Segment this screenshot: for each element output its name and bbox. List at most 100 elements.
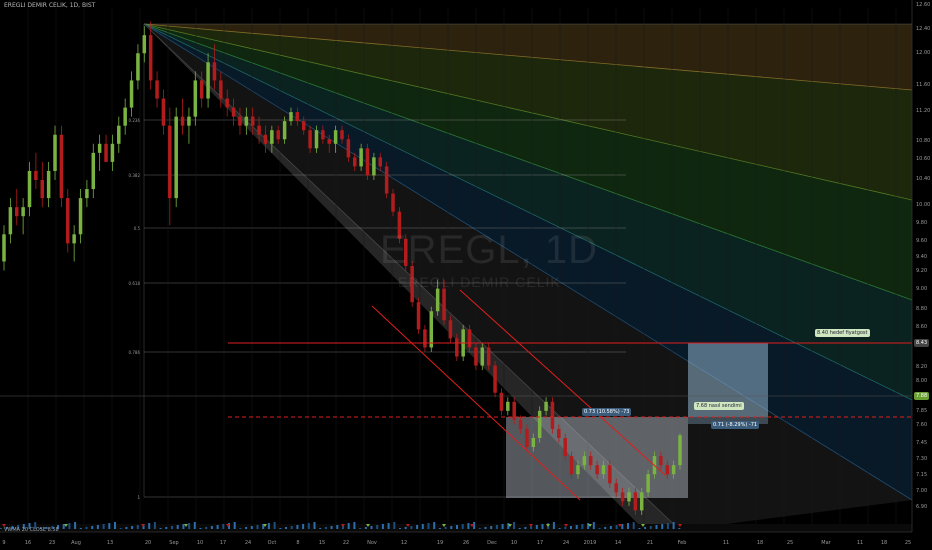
candle-body-36: [231, 107, 236, 117]
candle-body-52: [333, 130, 338, 144]
volume-bar-50: [285, 527, 287, 529]
time-tick-30: 11: [857, 540, 863, 546]
volume-bar-76: [433, 522, 436, 529]
fib-label-2: 0.5: [134, 226, 141, 231]
candle-body-17: [110, 143, 115, 162]
volume-bar-101: [575, 525, 578, 529]
resistance-price-tag: 8.43: [914, 339, 930, 347]
time-tick-3: Aug: [71, 540, 81, 546]
candle-27: [174, 107, 178, 208]
candle-body-54: [346, 139, 351, 158]
candle-body-51: [327, 139, 331, 144]
time-tick-19: 10: [511, 540, 517, 546]
volume-bar-14: [79, 528, 82, 529]
candle-body-10: [66, 198, 70, 244]
candle-body-86: [550, 401, 555, 429]
time-tick-0: 9: [2, 540, 5, 546]
candle-65: [416, 297, 421, 334]
price-tick-8: 10.00: [916, 202, 930, 208]
volume-bar-82: [467, 523, 470, 529]
candle-body-55: [353, 157, 357, 167]
volume-bar-91: [518, 528, 521, 529]
time-tick-12: 15: [319, 540, 325, 546]
candle-body-14: [91, 152, 96, 190]
candle-body-31: [199, 80, 204, 99]
price-tick-7: 10.40: [916, 176, 930, 182]
candle-body-98: [627, 492, 631, 502]
volume-bar-34: [193, 522, 196, 529]
candle-body-5: [34, 170, 38, 180]
candle-19: [123, 98, 127, 135]
volume-bar-24: [136, 525, 139, 529]
entry-note[interactable]: 7.68 nasıl sendimi: [694, 402, 744, 410]
fib-label-0: 0.236: [129, 118, 141, 123]
candle-body-48: [308, 130, 312, 149]
chart-title: EREGLI DEMIR CELIK, 1D, BIST: [4, 2, 96, 9]
candle-60: [384, 161, 389, 199]
volume-bar-29: [165, 527, 168, 529]
volume-bar-16: [91, 526, 94, 529]
volume-bar-19: [108, 523, 111, 529]
volume-bar-71: [404, 527, 407, 529]
candle-26: [168, 107, 172, 226]
volume-bar-87: [495, 525, 498, 529]
time-tick-5: 20: [145, 540, 151, 546]
candle-106: [678, 433, 682, 470]
candle-body-70: [448, 320, 453, 339]
volume-bar-116: [661, 524, 664, 529]
candle-body-79: [506, 401, 510, 411]
volume-bar-32: [182, 524, 185, 529]
volume-bar-64: [364, 527, 367, 529]
volume-bar-42: [239, 528, 242, 529]
candle-body-56: [359, 148, 363, 167]
volume-bar-57: [324, 527, 327, 529]
candle-body-97: [620, 492, 625, 502]
candle-84: [537, 406, 542, 443]
candle-body-23: [148, 35, 153, 81]
time-tick-8: 17: [220, 540, 226, 546]
candle-body-30: [193, 80, 198, 117]
volume-bar-53: [302, 524, 305, 529]
volume-strip: [0, 522, 912, 532]
candle-body-47: [301, 121, 306, 131]
candle-body-20: [129, 80, 134, 108]
price-tick-5: 10.80: [916, 138, 930, 144]
volume-bar-105: [598, 528, 601, 529]
time-tick-29: Mar: [821, 540, 831, 546]
candle-body-91: [582, 456, 587, 466]
candle-2: [15, 189, 19, 226]
candle-body-84: [537, 410, 542, 438]
candle-78: [499, 388, 504, 416]
volume-bar-52: [296, 525, 299, 529]
volume-bar-74: [421, 524, 424, 529]
candle-body-59: [378, 157, 383, 167]
candle-body-15: [97, 143, 102, 153]
candle-body-61: [391, 193, 395, 212]
target-note[interactable]: 8.40 hedef fiyatgost: [815, 329, 870, 337]
volume-bar-84: [478, 528, 481, 529]
candle-body-53: [340, 130, 344, 140]
candle-body-101: [646, 474, 650, 493]
time-tick-24: 21: [647, 540, 653, 546]
volume-bar-59: [336, 525, 339, 529]
time-tick-21: 24: [563, 540, 569, 546]
volume-bar-106: [604, 527, 607, 529]
volume-bar-38: [216, 525, 219, 529]
candle-body-3: [21, 207, 25, 217]
candle-18: [117, 116, 121, 153]
volume-bar-95: [541, 524, 544, 529]
volume-bar-86: [490, 526, 493, 529]
candle-body-35: [225, 98, 229, 108]
volume-bar-97: [552, 522, 555, 529]
candle-body-8: [53, 134, 57, 171]
time-tick-6: Sep: [169, 540, 178, 546]
price-tick-20: 7.60: [916, 422, 927, 428]
time-tick-20: 17: [537, 540, 543, 546]
price-tick-6: 10.60: [916, 156, 930, 162]
volume-bar-83: [473, 522, 476, 529]
candle-body-6: [40, 180, 45, 199]
time-axis[interactable]: 9 16 23 Aug 13 20 Sep 10 17 24 Oct 8 15 22 Nov 12 19 26 De…: [0, 531, 932, 550]
price-axis[interactable]: 12.60 12.40 12.00 11.60 11.20 10.80 10.60 10.40…: [911, 0, 932, 550]
volume-bar-102: [581, 524, 584, 529]
price-tick-23: 7.15: [916, 472, 927, 478]
